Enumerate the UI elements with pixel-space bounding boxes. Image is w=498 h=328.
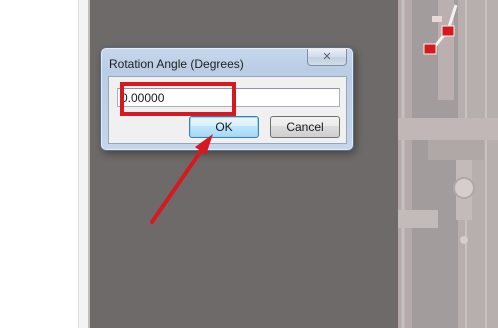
pcb-traces	[398, 0, 498, 328]
pcb-board-view	[398, 0, 498, 328]
left-panel	[0, 0, 78, 328]
rotation-dialog: Rotation Angle (Degrees) ✕ OK Cancel	[100, 47, 354, 151]
close-icon: ✕	[322, 50, 332, 63]
dialog-title: Rotation Angle (Degrees)	[109, 57, 244, 71]
close-button[interactable]: ✕	[307, 49, 347, 66]
panel-border	[78, 0, 90, 328]
ok-button[interactable]: OK	[189, 116, 259, 138]
dialog-client-area: OK Cancel	[108, 76, 347, 144]
cancel-button[interactable]: Cancel	[270, 116, 340, 138]
angle-input[interactable]	[117, 88, 340, 107]
